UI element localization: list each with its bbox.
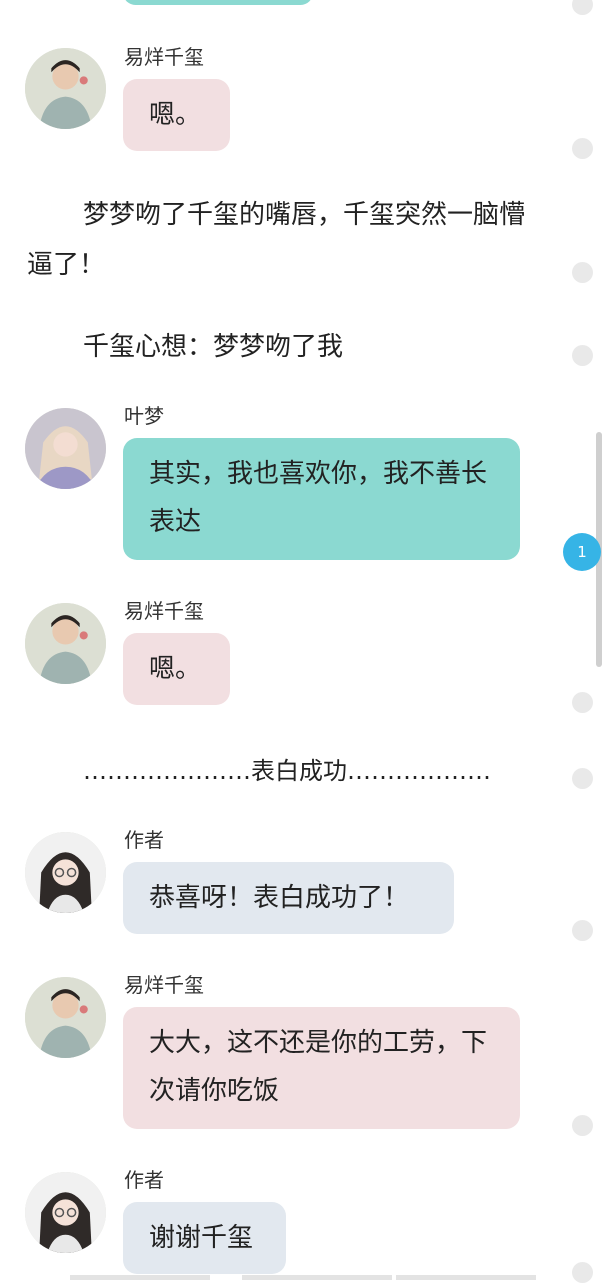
- message-bubble[interactable]: 谢谢千玺: [123, 1202, 286, 1274]
- reaction-dot[interactable]: [572, 345, 593, 366]
- boy-avatar-icon[interactable]: [25, 48, 106, 129]
- narration-text: 千玺心想：梦梦吻了我: [83, 332, 344, 362]
- bottom-toolbar-edge: [242, 1275, 392, 1280]
- message-bubble[interactable]: 大大，这不还是你的工劳，下次请你吃饭: [123, 1007, 520, 1129]
- message-bubble[interactable]: 嗯。: [123, 79, 230, 151]
- boy-avatar-icon[interactable]: [25, 603, 106, 684]
- sender-name: 叶梦: [124, 404, 164, 428]
- message-bubble[interactable]: 其实，我也喜欢你，我不善长表达: [123, 438, 520, 560]
- sender-name: 作者: [124, 828, 164, 852]
- sender-name: 易烊千玺: [124, 599, 204, 623]
- sender-name: 易烊千玺: [124, 973, 204, 997]
- reaction-dot[interactable]: [572, 920, 593, 941]
- author-avatar-icon[interactable]: [25, 832, 106, 913]
- partial-message-bubble: [123, 0, 313, 5]
- bottom-toolbar-edge: [396, 1275, 536, 1280]
- reaction-dot[interactable]: [572, 262, 593, 283]
- sender-name: 作者: [124, 1168, 164, 1192]
- narration-text: 梦梦吻了千玺的嘴唇，千玺突然一脑懵逼了！: [27, 200, 526, 280]
- message-bubble[interactable]: 恭喜呀！表白成功了！: [123, 862, 454, 934]
- narration-text: …………………表白成功………………: [83, 757, 491, 785]
- message-bubble[interactable]: 嗯。: [123, 633, 230, 705]
- reaction-dot[interactable]: [572, 692, 593, 713]
- comment-count-badge[interactable]: 1: [563, 533, 601, 571]
- bottom-toolbar-edge: [70, 1275, 210, 1280]
- boy-avatar-icon[interactable]: [25, 977, 106, 1058]
- author-avatar-icon[interactable]: [25, 1172, 106, 1253]
- reaction-dot[interactable]: [572, 1115, 593, 1136]
- reaction-dot[interactable]: [572, 0, 593, 15]
- sender-name: 易烊千玺: [124, 45, 204, 69]
- girl-avatar-icon[interactable]: [25, 408, 106, 489]
- reaction-dot[interactable]: [572, 138, 593, 159]
